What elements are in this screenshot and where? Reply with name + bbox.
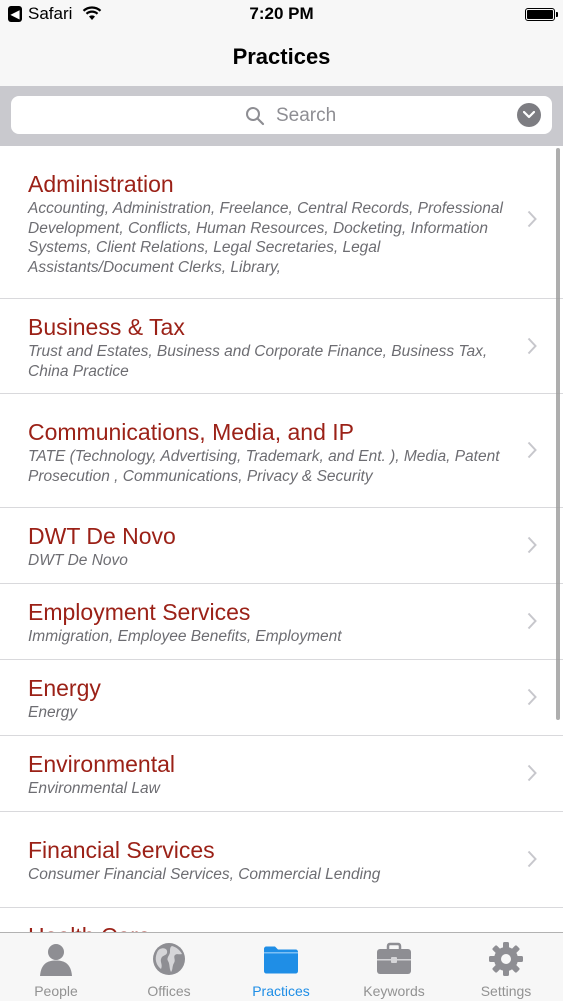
practice-title: DWT De Novo <box>28 523 176 549</box>
practice-subtitle: Environmental Law <box>28 780 160 797</box>
practice-subtitle: TATE (Technology, Advertising, Trademark… <box>28 448 500 485</box>
list-item[interactable]: DWT De Novo DWT De Novo <box>0 508 563 584</box>
person-icon <box>40 944 72 976</box>
tab-label: Settings <box>480 983 532 999</box>
practice-title: Financial Services <box>28 837 215 863</box>
practice-subtitle: Immigration, Employee Benefits, Employme… <box>28 628 342 645</box>
battery-icon <box>525 8 558 21</box>
practice-title: Administration <box>28 171 174 197</box>
chevron-right-icon <box>527 441 537 459</box>
practice-list[interactable]: Administration Accounting, Administratio… <box>0 146 563 932</box>
tab-practices[interactable]: Practices <box>225 933 337 1001</box>
chevron-right-icon <box>527 688 537 706</box>
list-item[interactable]: Employment Services Immigration, Employe… <box>0 584 563 660</box>
navigation-bar: Practices <box>0 30 563 86</box>
practice-title: Communications, Media, and IP <box>28 419 354 445</box>
chevron-right-icon <box>527 536 537 554</box>
search-filter-button[interactable] <box>517 103 541 127</box>
tab-keywords[interactable]: Keywords <box>338 933 450 1001</box>
page-title: Practices <box>232 44 331 69</box>
chevron-down-icon <box>523 111 535 119</box>
list-item[interactable]: Energy Energy <box>0 660 563 736</box>
tab-people[interactable]: People <box>0 933 112 1001</box>
practice-subtitle: Trust and Estates, Business and Corporat… <box>28 343 488 380</box>
search-input[interactable]: Search <box>11 96 552 134</box>
tab-bar: People Offices Practices Keywords Settin… <box>0 932 563 1001</box>
chevron-right-icon <box>527 764 537 782</box>
tab-settings[interactable]: Settings <box>450 933 562 1001</box>
practice-title: Business & Tax <box>28 314 185 340</box>
practice-title: Employment Services <box>28 599 251 625</box>
gear-icon <box>489 942 523 976</box>
practice-title: Environmental <box>28 751 176 777</box>
chevron-right-icon <box>527 612 537 630</box>
tab-offices[interactable]: Offices <box>113 933 225 1001</box>
list-item[interactable]: Financial Services Consumer Financial Se… <box>0 812 563 908</box>
status-time: 7:20 PM <box>249 4 314 23</box>
tab-label: Offices <box>147 983 191 999</box>
practice-title: Health Care <box>28 922 503 932</box>
tab-label: Keywords <box>363 983 425 999</box>
search-bar: Search <box>0 86 563 146</box>
list-item[interactable]: Administration Accounting, Administratio… <box>0 146 563 299</box>
tab-label: People <box>34 983 78 999</box>
practice-subtitle: Energy <box>28 704 78 721</box>
list-item[interactable]: Health Care <box>0 908 563 932</box>
briefcase-icon <box>377 942 411 974</box>
practice-subtitle: Consumer Financial Services, Commercial … <box>28 866 381 883</box>
chevron-right-icon <box>527 210 537 228</box>
practice-subtitle: Accounting, Administration, Freelance, C… <box>28 200 503 276</box>
folder-icon <box>264 946 298 974</box>
status-bar: ◀ Safari 7:20 PM <box>0 0 563 30</box>
globe-icon <box>153 943 185 975</box>
list-item[interactable]: Communications, Media, and IP TATE (Tech… <box>0 394 563 508</box>
list-item[interactable]: Environmental Environmental Law <box>0 736 563 812</box>
tab-label: Practices <box>252 983 310 999</box>
chevron-right-icon <box>527 337 537 355</box>
chevron-right-icon <box>527 850 537 868</box>
practice-subtitle: DWT De Novo <box>28 552 128 569</box>
search-placeholder: Search <box>276 105 337 126</box>
list-item[interactable]: Business & Tax Trust and Estates, Busine… <box>0 299 563 394</box>
practice-title: Energy <box>28 675 101 701</box>
scroll-indicator[interactable] <box>556 148 560 720</box>
search-icon <box>246 107 265 126</box>
